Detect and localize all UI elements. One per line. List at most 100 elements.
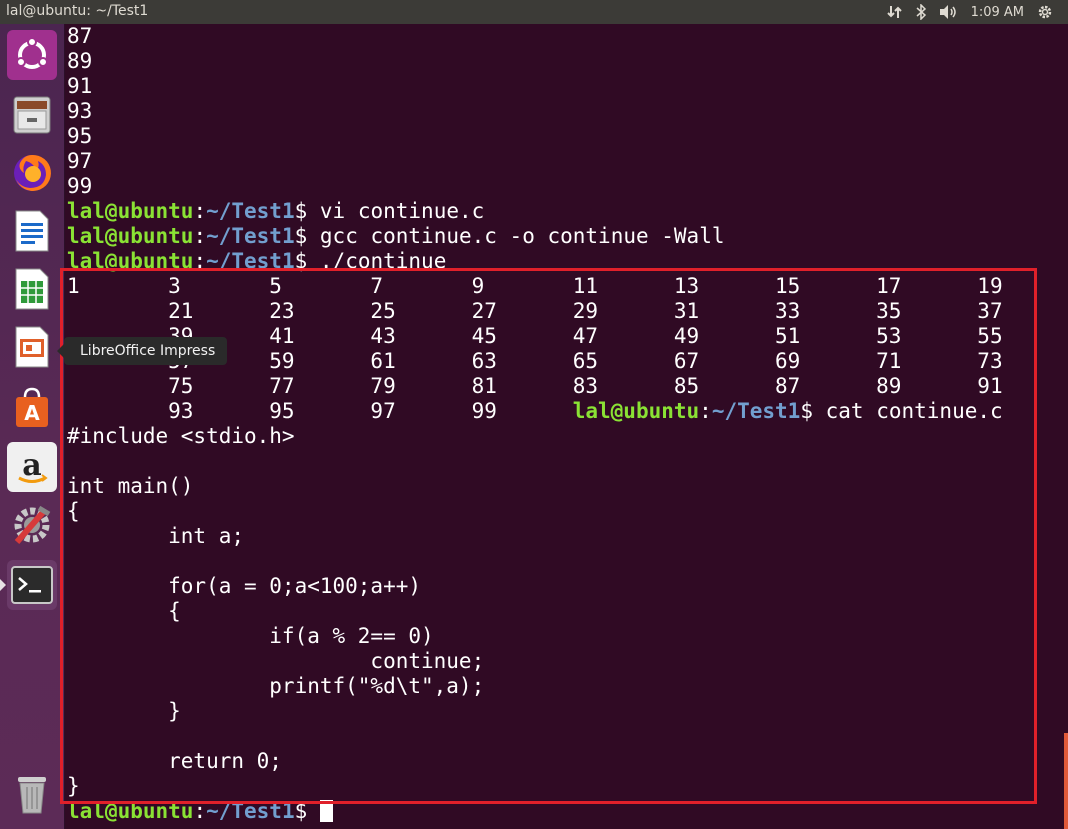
output-text: return 0;: [67, 749, 282, 773]
output-text: 93: [67, 99, 93, 123]
firefox-icon: [14, 154, 51, 191]
output-line: continue;: [67, 649, 1003, 674]
output-line: 75 77 79 81 83 85 87 89 91: [67, 374, 1003, 399]
terminal-window[interactable]: 87 89 91 93 95 97 99 lal@ubuntu:~/Test1$ vi con…: [65, 24, 1068, 829]
prompt-path: ~/Test1: [711, 399, 801, 423]
prompt-colon: :: [193, 224, 207, 248]
gear-icon[interactable]: [1030, 0, 1060, 24]
output-line: 89: [67, 49, 1003, 74]
ubuntu-dash-button[interactable]: [7, 30, 57, 80]
output-text: {: [67, 499, 80, 523]
amazon-button[interactable]: a: [7, 442, 57, 492]
output-line: 1 3 5 7 9 11 13 15 17 19: [67, 274, 1003, 299]
svg-text:a: a: [22, 448, 41, 483]
terminal-output[interactable]: 87 89 91 93 95 97 99 lal@ubuntu:~/Test1$ vi con…: [67, 24, 1003, 824]
command-text: ./continue: [319, 249, 447, 273]
output-text: printf("%d\t",a);: [67, 674, 485, 698]
prompt-colon: :: [193, 799, 207, 823]
output-text: 21 23 25 27 29 31 33 35 37: [67, 299, 1003, 323]
prompt-path: ~/Test1: [206, 224, 295, 248]
prompt-colon: :: [699, 399, 712, 423]
output-line: 99: [67, 174, 1003, 199]
file-cabinet-icon: [13, 96, 51, 134]
trash-button[interactable]: [7, 768, 57, 818]
command-text: vi continue.c: [319, 199, 485, 223]
output-line: }: [67, 699, 1003, 724]
settings-tools-icon: [14, 505, 51, 544]
output-line: {: [67, 499, 1003, 524]
prompt-user: lal@ubuntu: [67, 799, 194, 823]
volume-icon[interactable]: [933, 0, 965, 24]
svg-text:A: A: [24, 401, 40, 425]
output-text: 87: [67, 24, 93, 48]
output-line: 87: [67, 24, 1003, 49]
active-indicator: [0, 579, 6, 591]
libreoffice-calc-button[interactable]: [7, 264, 57, 314]
ubuntu-logo-icon: [16, 37, 48, 69]
prompt-sign: $: [294, 199, 320, 223]
output-line: int a;: [67, 524, 1003, 549]
launcher-tooltip: LibreOffice Impress: [56, 337, 228, 365]
output-text: for(a = 0;a<100;a++): [67, 574, 422, 598]
prompt-sign: $: [294, 799, 320, 823]
prompt-user: lal@ubuntu: [67, 199, 194, 223]
calc-spreadsheet-icon: [15, 268, 49, 310]
output-text: #include <stdio.h>: [67, 424, 295, 448]
launcher: A a: [0, 24, 65, 829]
trash-icon: [18, 777, 46, 814]
libreoffice-writer-button[interactable]: [7, 206, 57, 256]
output-line: }: [67, 774, 1003, 799]
writer-document-icon: [15, 210, 49, 252]
firefox-button[interactable]: [7, 148, 57, 198]
output-text: if(a % 2== 0): [67, 624, 434, 648]
output-text: int main(): [67, 474, 194, 498]
terminal-button[interactable]: [7, 560, 57, 610]
output-text: 1 3 5 7 9 11 13 15 17 19: [67, 274, 1003, 298]
clock[interactable]: 1:09 AM: [965, 0, 1030, 24]
output-line: return 0;: [67, 749, 1003, 774]
output-line: int main(): [67, 474, 1003, 499]
output-text: 93 95 97 99: [67, 399, 573, 423]
network-updown-icon[interactable]: [881, 0, 909, 24]
text-cursor: [319, 800, 333, 822]
output-text: {: [67, 599, 181, 623]
output-text: 99: [67, 174, 93, 198]
output-line: 95: [67, 124, 1003, 149]
prompt-path: ~/Test1: [206, 249, 295, 273]
output-text: 91: [67, 74, 93, 98]
output-text: 97: [67, 149, 93, 173]
output-line: if(a % 2== 0): [67, 624, 1003, 649]
scrollbar[interactable]: [1064, 733, 1068, 829]
command-line: lal@ubuntu:~/Test1$ ./continue: [67, 249, 1003, 274]
output-line: printf("%d\t",a);: [67, 674, 1003, 699]
impress-presentation-icon: [15, 326, 49, 368]
files-button[interactable]: [7, 90, 57, 140]
shopping-bag-icon: A: [16, 387, 48, 427]
amazon-icon: a: [18, 448, 48, 483]
system-tray: 1:09 AM: [881, 0, 1060, 24]
prompt-colon: :: [193, 199, 207, 223]
command-line: lal@ubuntu:~/Test1$ vi continue.c: [67, 199, 1003, 224]
top-panel: lal@ubuntu: ~/Test1 1:09 AM: [0, 0, 1068, 24]
output-line: #include <stdio.h>: [67, 424, 1003, 449]
output-text: continue;: [67, 649, 485, 673]
output-text: }: [67, 699, 181, 723]
prompt-sign: $: [294, 224, 320, 248]
prompt-colon: :: [193, 249, 207, 273]
output-text: int a;: [67, 524, 245, 548]
prompt-sign: $: [294, 249, 320, 273]
prompt-user: lal@ubuntu: [572, 399, 700, 423]
prompt-path: ~/Test1: [206, 199, 295, 223]
output-line: {: [67, 599, 1003, 624]
bluetooth-icon[interactable]: [909, 0, 933, 24]
command-line: lal@ubuntu:~/Test1$ gcc continue.c -o co…: [67, 224, 1003, 249]
ubuntu-software-button[interactable]: A: [7, 382, 57, 432]
libreoffice-impress-button[interactable]: [7, 322, 57, 372]
system-settings-button[interactable]: [7, 500, 57, 550]
output-text: 89: [67, 49, 93, 73]
output-line: 93: [67, 99, 1003, 124]
command-text: cat continue.c: [825, 399, 1003, 423]
